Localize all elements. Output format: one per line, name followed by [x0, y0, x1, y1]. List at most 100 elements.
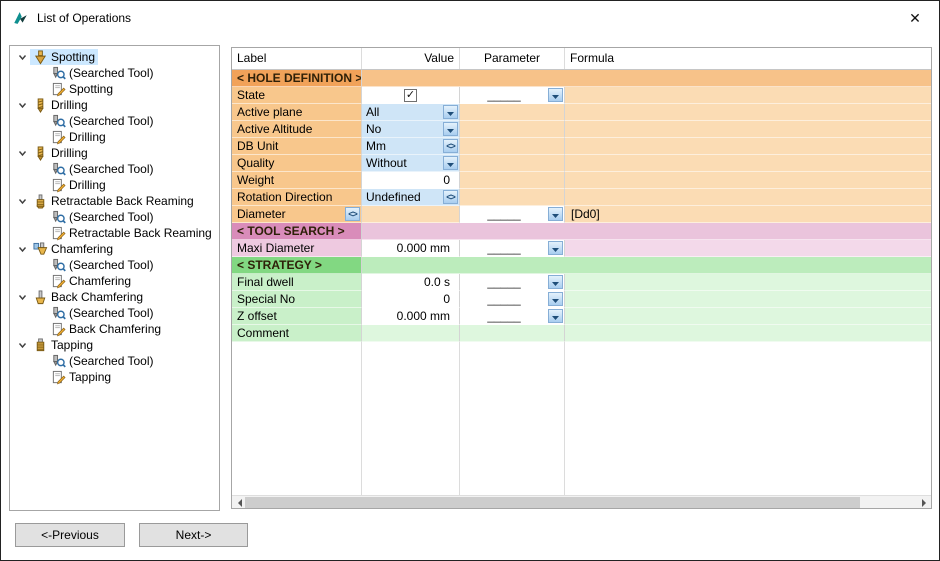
tree-item-retractable-back-reaming[interactable]: Retractable Back Reaming — [10, 193, 219, 209]
tree-item-tapping[interactable]: Tapping — [10, 369, 219, 385]
dropdown-button[interactable] — [443, 156, 458, 170]
row-parameter-cell[interactable]: _____ — [460, 206, 565, 223]
edit-operation-icon — [51, 178, 66, 193]
dropdown-button[interactable] — [548, 88, 563, 102]
tree-item-label: Drilling — [69, 130, 106, 144]
table-row-maxi-diameter: Maxi Diameter0.000 mm_____ — [232, 240, 931, 257]
row-formula-cell — [565, 274, 931, 291]
chevron-down-icon[interactable] — [14, 241, 30, 257]
tree-item-searched-tool[interactable]: (Searched Tool) — [10, 113, 219, 129]
tree-item-tapping[interactable]: Tapping — [10, 337, 219, 353]
table-row-weight: Weight0 — [232, 172, 931, 189]
searched-tool-icon — [51, 258, 66, 273]
tapping-tool-icon — [33, 338, 48, 353]
row-label-cell: Z offset — [232, 308, 362, 325]
row-value-cell — [362, 325, 460, 342]
row-parameter-cell — [460, 121, 565, 138]
row-parameter-cell[interactable]: _____ — [460, 87, 565, 104]
row-value-cell[interactable]: 0.0 s — [362, 274, 460, 291]
tree-item-retractable-back-reaming[interactable]: Retractable Back Reaming — [10, 225, 219, 241]
edit-operation-icon — [51, 82, 66, 97]
dropdown-button[interactable] — [548, 292, 563, 306]
left-right-spinner-icon: <> — [348, 210, 357, 219]
tree-item-searched-tool[interactable]: (Searched Tool) — [10, 65, 219, 81]
parameter-placeholder: _____ — [487, 88, 520, 102]
scroll-right-arrow[interactable] — [918, 496, 931, 509]
row-value-cell[interactable]: 0 — [362, 291, 460, 308]
tree-item-searched-tool[interactable]: (Searched Tool) — [10, 305, 219, 321]
close-button[interactable]: ✕ — [904, 8, 926, 28]
row-value-cell[interactable]: Mm<> — [362, 138, 460, 155]
tree-item-chamfering[interactable]: Chamfering — [10, 241, 219, 257]
chevron-down-icon[interactable] — [14, 145, 30, 161]
row-value-cell[interactable]: No — [362, 121, 460, 138]
row-label: Final dwell — [237, 275, 294, 289]
chevron-down-icon[interactable] — [14, 289, 30, 305]
previous-button[interactable]: <-Previous — [15, 523, 125, 547]
column-header-formula: Formula — [565, 48, 931, 69]
row-value-cell[interactable]: 0.000 mm — [362, 308, 460, 325]
row-value-cell[interactable]: All — [362, 104, 460, 121]
section-fill — [362, 223, 931, 240]
next-button[interactable]: Next-> — [139, 523, 248, 547]
horizontal-scrollbar[interactable] — [232, 495, 931, 508]
row-label: Rotation Direction — [237, 190, 332, 204]
tree-item-label: Drilling — [69, 178, 106, 192]
tree-item-drilling[interactable]: Drilling — [10, 145, 219, 161]
chevron-down-icon[interactable] — [14, 49, 30, 65]
row-label-cell: Quality — [232, 155, 362, 172]
scrollbar-thumb[interactable] — [245, 497, 860, 508]
tree-item-drilling[interactable]: Drilling — [10, 97, 219, 113]
value-text: 0.0 s — [420, 275, 450, 289]
tree-item-highlight: Chamfering — [30, 241, 116, 257]
table-row-active-plane: Active planeAll — [232, 104, 931, 121]
row-label-cell: Final dwell — [232, 274, 362, 291]
chevron-down-icon[interactable] — [14, 193, 30, 209]
tree-item-drilling[interactable]: Drilling — [10, 177, 219, 193]
dropdown-button[interactable] — [548, 309, 563, 323]
tree-item-searched-tool[interactable]: (Searched Tool) — [10, 257, 219, 273]
tree-item-label: Spotting — [51, 50, 95, 64]
tree-item-spotting[interactable]: Spotting — [10, 81, 219, 97]
state-checkbox[interactable]: ✓ — [404, 89, 417, 102]
dropdown-button[interactable] — [548, 241, 563, 255]
parameter-placeholder: _____ — [487, 241, 520, 255]
dropdown-button[interactable] — [548, 207, 563, 221]
row-formula-cell — [565, 121, 931, 138]
row-parameter-cell[interactable]: _____ — [460, 240, 565, 257]
tree-item-label: Tapping — [69, 370, 111, 384]
tree-item-label: Retractable Back Reaming — [51, 194, 194, 208]
row-parameter-cell — [460, 325, 565, 342]
tree-item-highlight: Back Chamfering — [30, 289, 146, 305]
tree-item-searched-tool[interactable]: (Searched Tool) — [10, 209, 219, 225]
row-value-cell[interactable]: Without — [362, 155, 460, 172]
row-value-cell[interactable]: 0 — [362, 172, 460, 189]
tree-item-spotting[interactable]: Spotting — [10, 49, 219, 65]
row-formula-cell — [565, 87, 931, 104]
tree-item-searched-tool[interactable]: (Searched Tool) — [10, 353, 219, 369]
spinner-button[interactable]: <> — [345, 207, 360, 221]
row-value-cell[interactable]: ✓ — [362, 87, 460, 104]
spinner-button[interactable]: <> — [443, 139, 458, 153]
row-value-cell[interactable]: 0.000 mm — [362, 240, 460, 257]
row-label-cell: Weight — [232, 172, 362, 189]
row-parameter-cell[interactable]: _____ — [460, 274, 565, 291]
dropdown-button[interactable] — [443, 122, 458, 136]
section-fill — [362, 257, 931, 274]
chevron-down-icon[interactable] — [14, 97, 30, 113]
row-parameter-cell[interactable]: _____ — [460, 291, 565, 308]
tree-item-searched-tool[interactable]: (Searched Tool) — [10, 161, 219, 177]
tree-item-back-chamfering[interactable]: Back Chamfering — [10, 321, 219, 337]
row-label: < HOLE DEFINITION > — [237, 71, 362, 85]
dropdown-button[interactable] — [548, 275, 563, 289]
row-value-cell[interactable]: Undefined<> — [362, 189, 460, 206]
tree-item-back-chamfering[interactable]: Back Chamfering — [10, 289, 219, 305]
chevron-down-icon[interactable] — [14, 337, 30, 353]
parameter-placeholder: _____ — [487, 292, 520, 306]
spinner-button[interactable]: <> — [443, 190, 458, 204]
tree-item-drilling[interactable]: Drilling — [10, 129, 219, 145]
dropdown-button[interactable] — [443, 105, 458, 119]
tree-item-chamfering[interactable]: Chamfering — [10, 273, 219, 289]
scroll-left-arrow[interactable] — [232, 496, 245, 509]
row-parameter-cell[interactable]: _____ — [460, 308, 565, 325]
